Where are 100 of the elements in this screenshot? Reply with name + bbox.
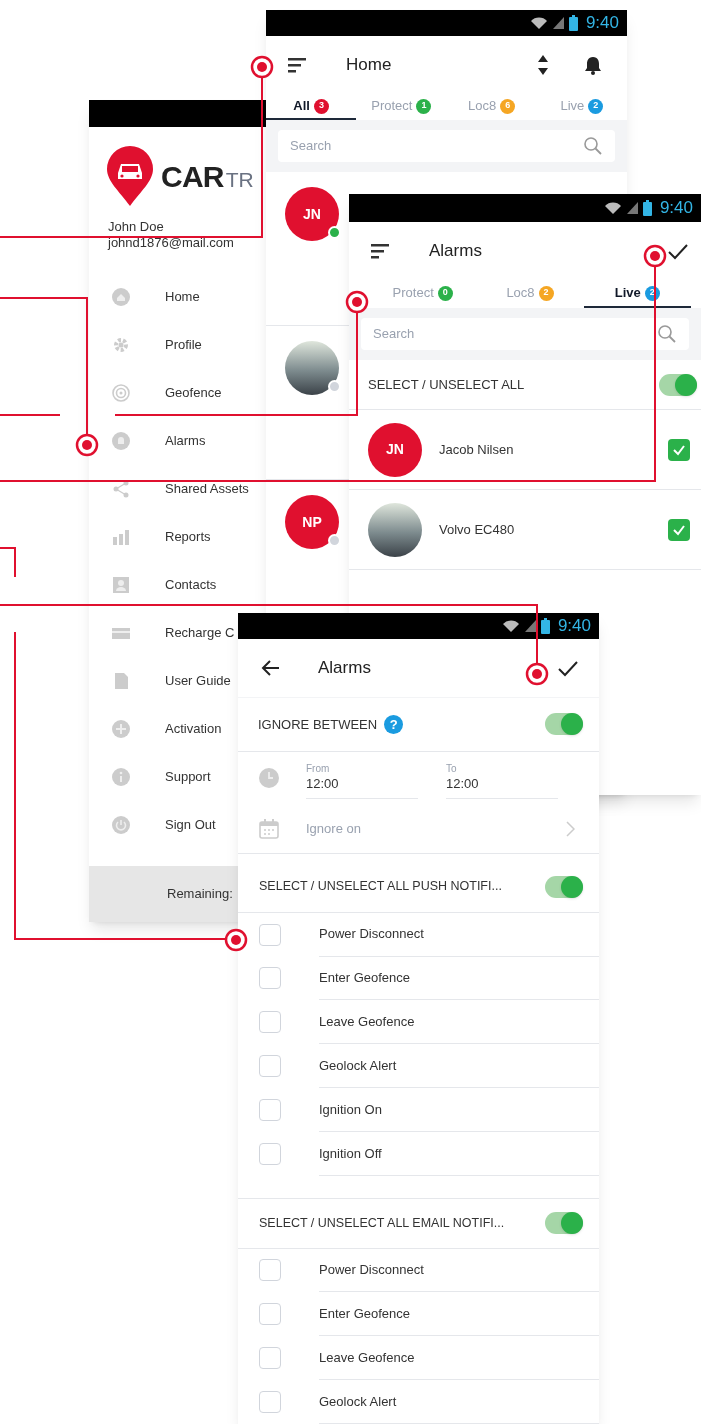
user-email: johnd1876@mail.com — [108, 235, 235, 251]
notification-label: Enter Geofence — [319, 1305, 411, 1324]
status-time: 9:40 — [557, 615, 591, 637]
avatar: JN — [368, 422, 422, 477]
menu-item-icon — [112, 432, 130, 450]
map-pin-car-icon — [105, 145, 155, 207]
clock-icon — [259, 768, 279, 789]
callout-marker — [525, 662, 549, 686]
notification-label: Geolock Alert — [319, 1392, 397, 1411]
vehicle-name: Volvo EC480 — [439, 520, 515, 539]
notification-label: Power Disconnect — [319, 1261, 424, 1280]
battery-icon — [642, 200, 652, 216]
callout-line — [0, 547, 16, 578]
checkbox[interactable] — [668, 438, 690, 461]
menu-item-icon — [112, 816, 130, 834]
checkbox[interactable] — [668, 518, 690, 541]
checkbox[interactable] — [259, 1391, 281, 1414]
menu-item-label[interactable]: Geofence — [165, 383, 222, 403]
menu-item-icon — [112, 288, 130, 306]
status-time: 9:40 — [585, 12, 619, 35]
checkbox[interactable] — [259, 1055, 281, 1078]
menu-item-icon — [112, 768, 130, 786]
callout-marker — [643, 244, 667, 268]
menu-item-label[interactable]: Profile — [165, 335, 202, 355]
checkbox[interactable] — [259, 1303, 281, 1326]
menu-item-icon — [112, 576, 130, 594]
menu-item-label[interactable]: Alarms — [165, 431, 206, 451]
user-name: John Doe — [108, 219, 165, 235]
checkbox[interactable] — [259, 1347, 281, 1370]
menu-item-label[interactable]: Support — [165, 767, 211, 787]
checkbox[interactable] — [259, 967, 281, 990]
menu-item-icon — [112, 384, 130, 402]
checkbox[interactable] — [259, 923, 281, 946]
menu-item-label[interactable]: Contacts — [165, 575, 217, 595]
time-field[interactable]: From 12:00 — [306, 757, 418, 800]
count-badge: 2 — [538, 285, 554, 301]
signal-icon — [625, 201, 639, 215]
toggle-switch[interactable] — [545, 713, 583, 736]
notification-label: Ignition Off — [319, 1144, 382, 1163]
logo-text: TR — [225, 166, 254, 193]
checkbox[interactable] — [259, 1259, 281, 1282]
count-badge: 1 — [416, 98, 432, 114]
menu-icon[interactable] — [288, 57, 306, 73]
wifi-icon — [529, 16, 548, 30]
logo-text: CAR — [161, 158, 224, 195]
menu-item-label[interactable]: Shared Assets — [165, 479, 249, 499]
menu-item-icon — [112, 720, 130, 738]
screen-title: Home — [346, 54, 392, 77]
screen-title: Alarms — [318, 657, 371, 679]
notification-label: Leave Geofence — [319, 1348, 415, 1367]
sort-icon[interactable] — [537, 54, 549, 76]
search-icon[interactable] — [583, 136, 603, 156]
notification-label: Power Disconnect — [319, 925, 424, 944]
count-badge: 6 — [500, 98, 516, 114]
avatar: NP — [285, 495, 339, 549]
select-all-label: SELECT / UNSELECT ALL — [368, 375, 525, 394]
status-time: 9:40 — [659, 197, 693, 220]
calendar-icon — [259, 819, 279, 840]
signal-icon — [551, 16, 565, 30]
checkbox[interactable] — [259, 1142, 281, 1165]
section-label: SELECT / UNSELECT ALL PUSH NOTIFI... — [259, 878, 502, 896]
remaining-label: Remaining: — [167, 885, 233, 904]
checkbox[interactable] — [259, 1099, 281, 1122]
menu-item-label[interactable]: Sign Out — [165, 815, 216, 835]
avatar: JN — [285, 187, 339, 241]
menu-item-label[interactable]: Reports — [165, 527, 211, 547]
vehicle-name: Jacob Nilsen — [439, 440, 514, 459]
wifi-icon — [501, 618, 520, 633]
menu-item-icon — [112, 480, 130, 498]
back-arrow-icon[interactable] — [260, 658, 280, 677]
menu-icon[interactable] — [371, 243, 389, 259]
ignore-between-label: IGNORE BETWEEN — [258, 715, 378, 734]
notification-label: Enter Geofence — [319, 969, 411, 988]
menu-item-label[interactable]: Activation — [165, 719, 222, 739]
photo-placeholder — [368, 502, 422, 557]
toggle-switch[interactable] — [659, 373, 697, 396]
menu-item-label[interactable]: Home — [165, 287, 200, 307]
menu-item-label[interactable]: User Guide — [165, 671, 231, 691]
count-badge: 3 — [313, 98, 329, 114]
menu-item-label[interactable]: Recharge C — [165, 623, 235, 643]
signal-icon — [523, 618, 537, 633]
toggle-switch[interactable] — [545, 875, 583, 898]
time-field[interactable]: To 12:00 — [446, 757, 558, 800]
notification-label: Geolock Alert — [319, 1056, 397, 1075]
search-icon[interactable] — [657, 324, 677, 344]
menu-item-icon — [112, 336, 130, 354]
photo-placeholder — [285, 341, 339, 395]
count-badge: 2 — [588, 98, 604, 114]
notification-label: Leave Geofence — [319, 1013, 415, 1032]
battery-icon — [568, 15, 578, 31]
menu-item-icon — [112, 528, 130, 546]
checkbox[interactable] — [259, 1011, 281, 1034]
bell-icon[interactable] — [583, 55, 603, 75]
chevron-right-icon — [566, 821, 575, 838]
section-label: SELECT / UNSELECT ALL EMAIL NOTIFI... — [259, 1214, 505, 1232]
count-badge: 0 — [437, 285, 453, 301]
toggle-switch[interactable] — [545, 1212, 583, 1235]
screen-title: Alarms — [429, 240, 482, 263]
wifi-icon — [603, 201, 622, 215]
menu-item-icon — [112, 672, 130, 690]
